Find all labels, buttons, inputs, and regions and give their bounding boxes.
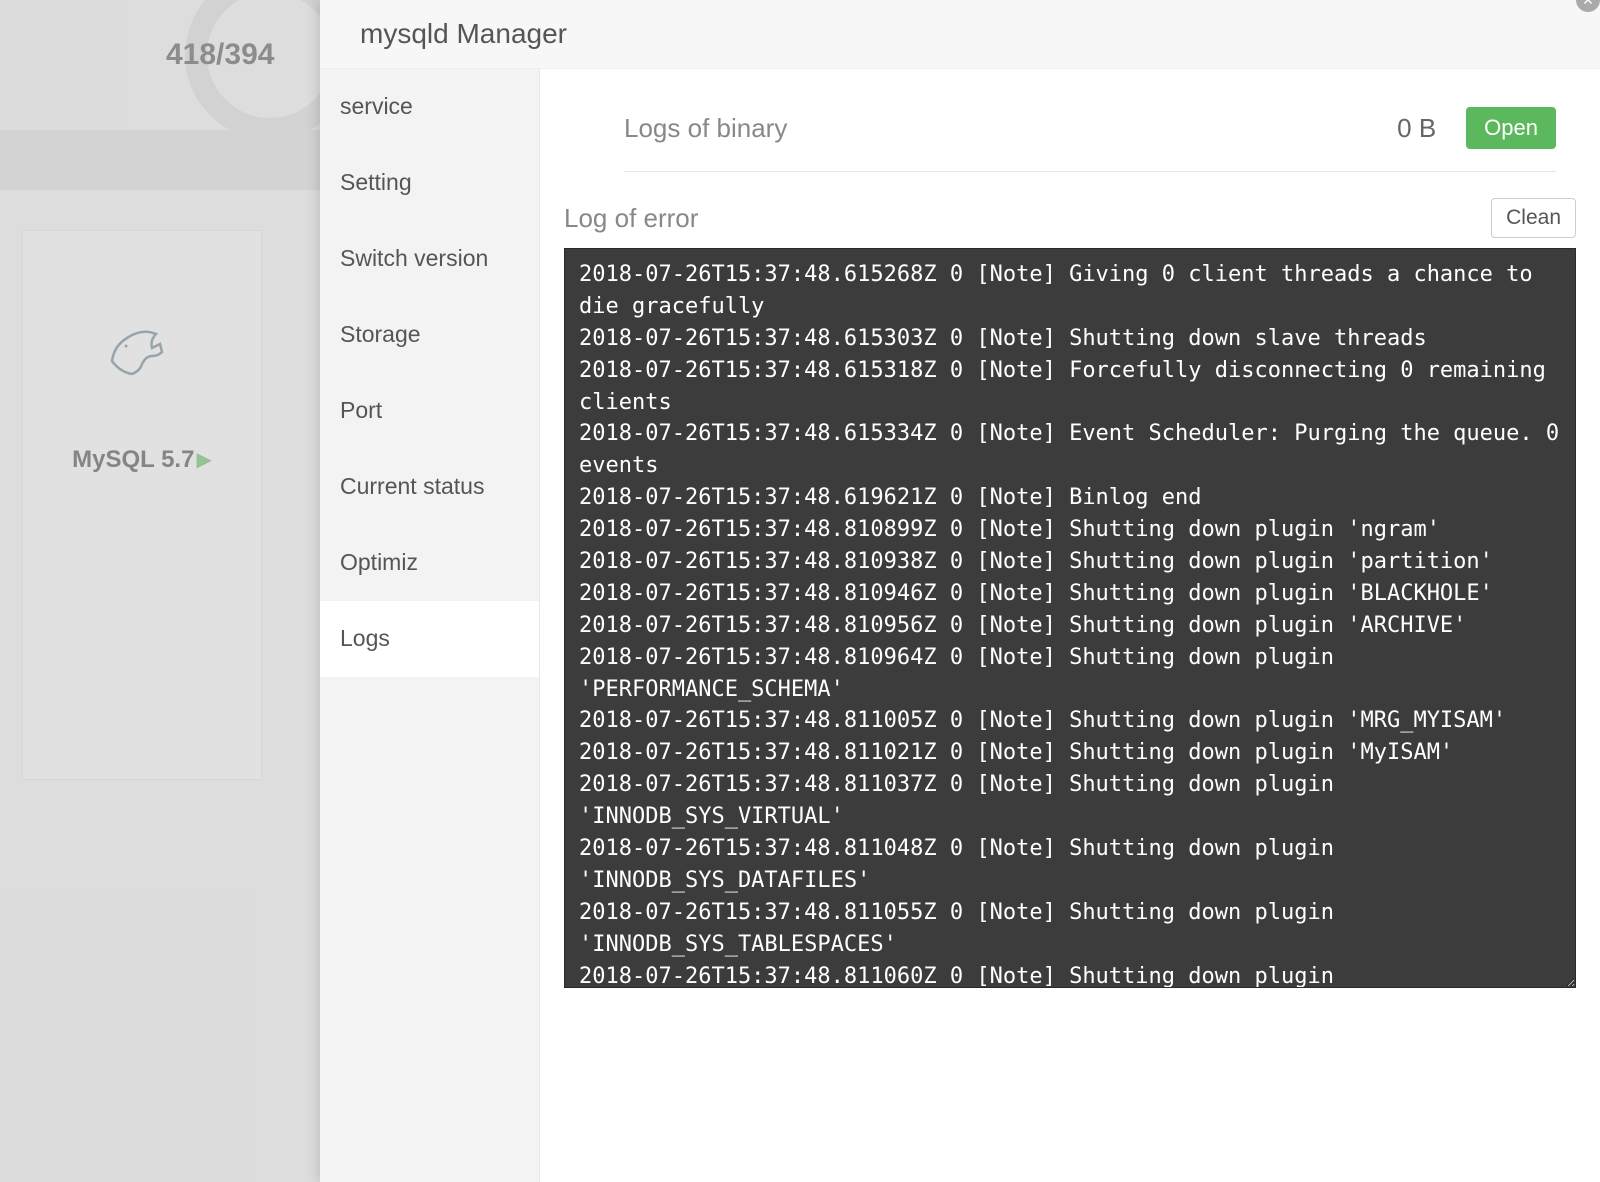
binary-log-size: 0 B (1397, 113, 1436, 144)
mysqld-manager-modal: mysqld Manager × serviceSettingSwitch ve… (320, 0, 1600, 1182)
close-button[interactable]: × (1576, 0, 1600, 12)
modal-title: mysqld Manager (360, 18, 567, 49)
main-panel: Logs of binary 0 B Open Log of error Cle… (540, 69, 1600, 1182)
open-button[interactable]: Open (1466, 107, 1556, 149)
sidebar-item-current-status[interactable]: Current status (320, 449, 539, 525)
sidebar-item-service[interactable]: service (320, 69, 539, 145)
sidebar-item-switch-version[interactable]: Switch version (320, 221, 539, 297)
binary-log-row: Logs of binary 0 B Open (624, 89, 1556, 172)
binary-log-label: Logs of binary (624, 113, 1397, 144)
sidebar-item-setting[interactable]: Setting (320, 145, 539, 221)
clean-button[interactable]: Clean (1491, 198, 1576, 238)
modal-header: mysqld Manager × (320, 0, 1600, 69)
sidebar-item-storage[interactable]: Storage (320, 297, 539, 373)
sidebar-item-logs[interactable]: Logs (320, 601, 539, 677)
error-log-textarea[interactable]: 2018-07-26T15:37:48.615268Z 0 [Note] Giv… (564, 248, 1576, 988)
sidebar-item-port[interactable]: Port (320, 373, 539, 449)
sidebar-item-optimiz[interactable]: Optimiz (320, 525, 539, 601)
sidebar: serviceSettingSwitch versionStoragePortC… (320, 69, 540, 1182)
error-log-header: Log of error Clean (564, 172, 1576, 248)
error-log-label: Log of error (564, 203, 1491, 234)
